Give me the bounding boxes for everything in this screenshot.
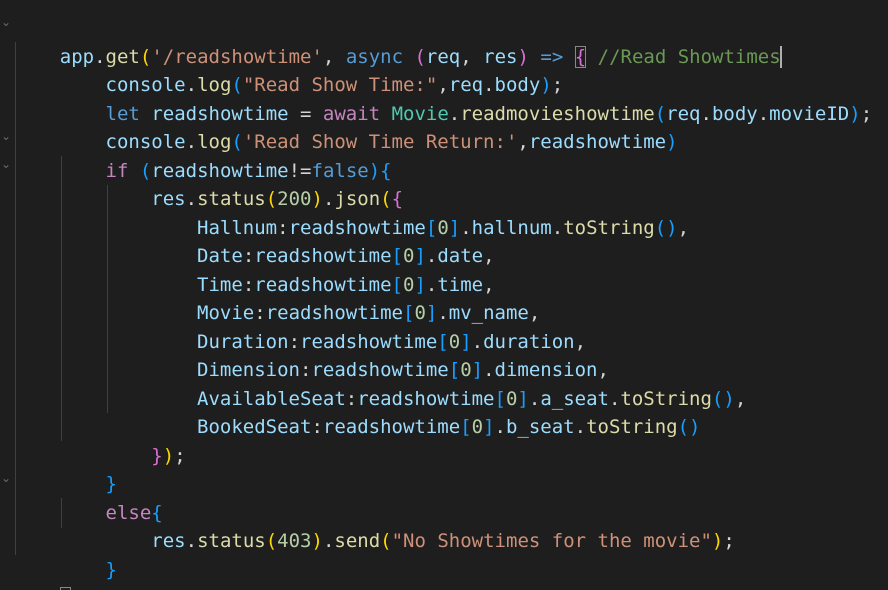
token-bracket: ) — [311, 530, 323, 552]
token-bracket: } — [151, 444, 163, 467]
fold-chevron-icon[interactable]: ⌄ — [1, 16, 11, 28]
token-comment: //Read Showtimes — [597, 45, 781, 68]
code-line[interactable]: } — [14, 442, 117, 495]
token-bracket: } — [105, 558, 117, 581]
code-editor[interactable]: ⌄ ⌄ ⌄ ⌄ app.get('/readshowtime', async (… — [0, 0, 888, 590]
token-bracket: ] — [483, 416, 495, 438]
token-punctuation: ; — [174, 444, 186, 467]
code-line[interactable]: } — [14, 527, 117, 581]
token-variable: res — [151, 530, 186, 552]
fold-gutter: ⌄ ⌄ ⌄ ⌄ — [0, 0, 11, 590]
code-line[interactable]: }); — [14, 413, 185, 467]
token-punctuation: . — [185, 530, 198, 552]
token-punctuation: ; — [723, 530, 735, 552]
code-line[interactable]: Duration:readshowtime[0].duration, — [14, 299, 586, 353]
token-number: 403 — [277, 530, 312, 552]
code-line[interactable]: res.status(403).send("No Showtimes for t… — [14, 499, 735, 552]
code-line[interactable]: Hallnum:readshowtime[0].hallnum.toString… — [14, 185, 689, 239]
token-bracket: ( — [380, 530, 392, 552]
token-punctuation: : — [311, 416, 323, 438]
token-string: "No Showtimes for the movie" — [391, 530, 712, 552]
code-line[interactable]: Time:readshowtime[0].time, — [14, 242, 495, 296]
token-punctuation: , — [677, 216, 690, 239]
token-punctuation: ; — [860, 102, 873, 125]
token-bracket: ) — [162, 444, 175, 467]
code-line[interactable]: }) — [14, 556, 83, 590]
code-line[interactable]: Movie:readshowtime[0].mv_name, — [14, 271, 540, 324]
token-variable: body — [711, 102, 758, 125]
code-line[interactable]: AvailableSeat:readshowtime[0].a_seat.toS… — [14, 356, 746, 410]
token-property: BookedSeat — [197, 416, 312, 438]
fold-chevron-icon[interactable]: ⌄ — [1, 130, 11, 142]
token-punctuation: . — [322, 530, 335, 552]
token-bracket: () — [654, 216, 678, 239]
token-variable: readshowtime — [528, 131, 667, 153]
token-punctuation: , — [734, 387, 747, 410]
token-number: 0 — [471, 416, 484, 438]
code-line[interactable]: if (readshowtime!=false){ — [14, 128, 392, 182]
code-line[interactable]: res.status(200).json({ — [14, 157, 403, 210]
code-line[interactable]: BookedSeat:readshowtime[0].b_seat.toStri… — [14, 385, 700, 438]
code-line[interactable]: console.log('Read Show Time Return:',rea… — [14, 100, 678, 153]
token-punctuation: . — [757, 102, 770, 125]
fold-chevron-icon[interactable]: ⌄ — [1, 158, 11, 170]
code-line[interactable]: Date:readshowtime[0].date, — [14, 214, 495, 267]
token-bracket: () — [677, 416, 701, 438]
token-bracket: () — [711, 387, 735, 410]
code-line[interactable]: let readshowtime = await Movie.readmovie… — [14, 71, 873, 125]
token-bracket: ) — [666, 131, 678, 153]
token-function: toString — [586, 416, 678, 438]
token-bracket-matched: { — [574, 45, 587, 68]
token-punctuation: . — [700, 102, 712, 125]
code-line[interactable]: app.get('/readshowtime', async (req, res… — [14, 14, 782, 68]
token-variable: movieID — [769, 102, 850, 125]
token-punctuation: , — [517, 131, 529, 153]
token-function: status — [197, 530, 266, 552]
text-cursor — [779, 46, 782, 68]
code-line[interactable]: else{ — [14, 470, 163, 524]
token-function: toString — [563, 216, 655, 239]
code-line[interactable]: Dimension:readshowtime[0].dimension, — [14, 328, 609, 381]
code-line[interactable]: console.log("Read Show Time:",req.body); — [14, 43, 564, 96]
token-punctuation: . — [574, 416, 587, 438]
token-bracket: ( — [265, 530, 278, 552]
token-function: send — [334, 530, 381, 552]
token-bracket: ) — [711, 530, 724, 552]
fold-chevron-icon[interactable]: ⌄ — [1, 472, 11, 484]
token-bracket: [ — [460, 416, 472, 438]
token-punctuation: . — [551, 216, 564, 239]
token-variable: readshowtime — [322, 416, 461, 438]
token-bracket: ) — [849, 102, 861, 125]
token-variable: b_seat — [505, 416, 575, 438]
token-punctuation: . — [494, 416, 506, 438]
